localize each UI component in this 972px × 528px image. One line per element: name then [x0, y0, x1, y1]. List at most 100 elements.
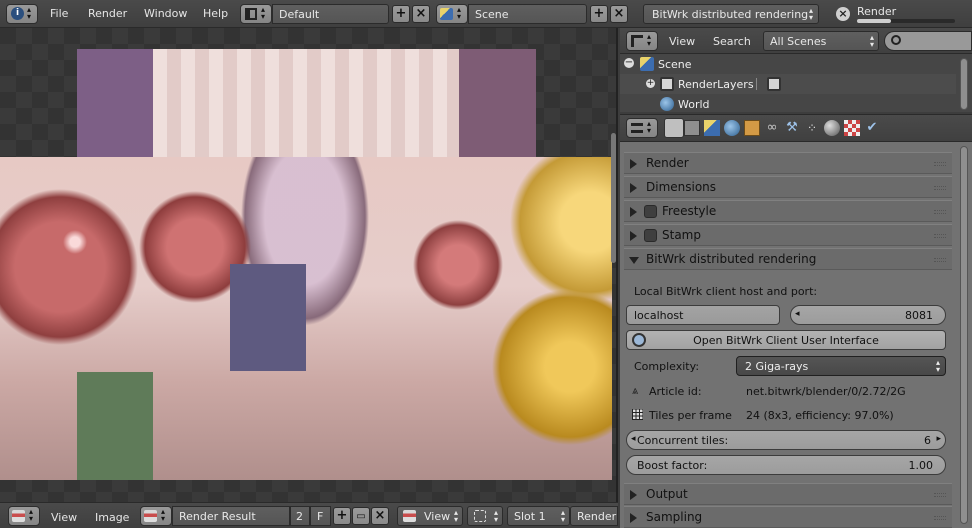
image-name-field[interactable]: Render Result	[172, 506, 290, 526]
texture-icon[interactable]	[844, 120, 860, 136]
drag-grip-icon[interactable]	[934, 493, 946, 497]
outliner-row-world[interactable]: World	[620, 94, 956, 114]
world-icon[interactable]	[724, 120, 740, 136]
properties-icon	[631, 123, 643, 133]
menu-view[interactable]: View	[51, 511, 77, 524]
decrement-arrow-icon[interactable]: ◂	[795, 309, 800, 319]
host-input[interactable]: localhost	[626, 305, 780, 325]
chevron-updown-icon: ▴ ▾	[27, 5, 32, 21]
scene-name-field[interactable]: Scene	[468, 4, 587, 24]
cancel-render-icon[interactable]: ×	[836, 7, 850, 21]
outliner-scrollbar[interactable]	[960, 58, 968, 110]
panel-bitwrk[interactable]: BitWrk distributed rendering	[624, 248, 952, 270]
concurrent-tiles-label: Concurrent tiles:	[637, 434, 729, 447]
boost-factor-field[interactable]: Boost factor: 1.00	[626, 455, 946, 475]
complexity-label: Complexity:	[634, 360, 700, 373]
article-id-label: Article id:	[649, 385, 702, 398]
scene-icon[interactable]	[704, 120, 720, 136]
outliner-display-filter[interactable]: All Scenes ▴ ▾	[763, 31, 879, 51]
decrement-arrow-icon[interactable]: ◂	[631, 434, 636, 444]
render-layer-select[interactable]: RenderL	[570, 506, 618, 526]
outliner-search-input[interactable]	[884, 31, 972, 51]
panel-title: BitWrk distributed rendering	[646, 252, 817, 266]
object-icon[interactable]	[744, 120, 760, 136]
render-progress-label: Render	[857, 5, 897, 18]
render-camera-icon[interactable]	[664, 118, 684, 138]
panel-render[interactable]: Render	[624, 152, 952, 174]
open-client-ui-label: Open BitWrk Client User Interface	[693, 334, 879, 347]
outliner-menu-view[interactable]: View	[669, 35, 695, 48]
particles-icon[interactable]: ⁘	[804, 120, 820, 136]
pivot-select[interactable]: ▴ ▾	[467, 506, 503, 526]
top-header-bar: i ▴ ▾ File Render Window Help ▴ ▾ Default …	[0, 0, 972, 28]
menu-file[interactable]: File	[50, 7, 68, 20]
panel-title: Freestyle	[662, 204, 717, 218]
render-progress-bar	[857, 19, 955, 23]
add-layout-button[interactable]: +	[392, 5, 410, 23]
viewport-scrollbar[interactable]	[611, 133, 616, 263]
info-editor-type-button[interactable]: i ▴ ▾	[6, 4, 38, 24]
freestyle-checkbox[interactable]	[644, 205, 657, 218]
panel-dimensions[interactable]: Dimensions	[624, 176, 952, 198]
host-port-label: Local BitWrk client host and port:	[634, 285, 818, 298]
stamp-checkbox[interactable]	[644, 229, 657, 242]
open-image-button[interactable]: ▭	[352, 507, 370, 525]
slot-label: Slot 1	[514, 510, 546, 523]
drag-grip-icon[interactable]	[934, 516, 946, 520]
drag-grip-icon[interactable]	[934, 186, 946, 190]
port-value: 8081	[905, 309, 933, 322]
image-icon	[403, 510, 416, 522]
drag-grip-icon[interactable]	[934, 162, 946, 166]
editor-type-button[interactable]: ▴ ▾	[8, 506, 40, 526]
properties-scrollbar[interactable]	[960, 146, 968, 524]
fake-user-toggle[interactable]: F	[310, 506, 331, 526]
menu-help[interactable]: Help	[203, 7, 228, 20]
physics-icon[interactable]: ✔	[864, 120, 880, 136]
modifiers-wrench-icon[interactable]: ⚒	[784, 120, 800, 136]
outliner-row-renderlayers[interactable]: + RenderLayers	[620, 74, 956, 94]
concurrent-tiles-field[interactable]: ◂ Concurrent tiles: 6 ▸	[626, 430, 946, 450]
render-engine-select[interactable]: BitWrk distributed rendering ▴ ▾	[643, 4, 819, 24]
menu-render[interactable]: Render	[88, 7, 127, 20]
chevron-updown-icon: ▴ ▾	[808, 6, 813, 22]
panel-output[interactable]: Output	[624, 483, 952, 505]
slot-select[interactable]: Slot 1 ▴ ▾	[507, 506, 570, 526]
panel-sampling[interactable]: Sampling	[624, 506, 952, 528]
collapse-icon[interactable]: −	[624, 58, 634, 68]
properties-editor-type-button[interactable]: ▴ ▾	[626, 118, 658, 138]
outliner-editor-type-button[interactable]: ▴ ▾	[626, 31, 658, 51]
drag-grip-icon[interactable]	[934, 234, 946, 238]
chevron-updown-icon: ▴ ▾	[457, 5, 462, 21]
delete-layout-button[interactable]: ×	[412, 5, 430, 23]
panel-stamp[interactable]: Stamp	[624, 224, 952, 246]
plus-icon: +	[395, 6, 407, 21]
outliner-menu-search[interactable]: Search	[713, 35, 751, 48]
open-client-ui-button[interactable]: Open BitWrk Client User Interface	[626, 330, 946, 350]
outliner-row-scene[interactable]: − Scene	[620, 54, 956, 74]
panel-freestyle[interactable]: Freestyle	[624, 200, 952, 222]
scene-selector-button[interactable]: ▴ ▾	[436, 4, 468, 24]
material-icon[interactable]	[824, 120, 840, 136]
render-layers-icon[interactable]	[684, 120, 700, 136]
image-browse-button[interactable]: ▴ ▾	[140, 506, 172, 526]
increment-arrow-icon[interactable]: ▸	[936, 434, 941, 444]
view-mode-select[interactable]: View ▴ ▾	[397, 506, 463, 526]
add-scene-button[interactable]: +	[590, 5, 608, 23]
menu-image[interactable]: Image	[95, 511, 129, 524]
image-editor-viewport[interactable]	[0, 28, 618, 502]
delete-scene-button[interactable]: ×	[610, 5, 628, 23]
layout-selector-button[interactable]: ▴ ▾	[240, 4, 272, 24]
port-field[interactable]: ◂ 8081	[790, 305, 946, 325]
unlink-image-button[interactable]: ×	[371, 507, 389, 525]
constraints-icon[interactable]: ∞	[764, 120, 780, 136]
layout-name-field[interactable]: Default	[272, 4, 389, 24]
new-image-button[interactable]: +	[333, 507, 351, 525]
expand-triangle-icon	[630, 513, 637, 523]
properties-header: ▴ ▾ ∞ ⚒ ⁘ ✔	[620, 114, 972, 142]
drag-grip-icon[interactable]	[934, 210, 946, 214]
drag-grip-icon[interactable]	[934, 258, 946, 262]
search-icon	[891, 35, 901, 45]
menu-window[interactable]: Window	[144, 7, 187, 20]
expand-icon[interactable]: +	[646, 79, 655, 88]
complexity-select[interactable]: 2 Giga-rays ▴ ▾	[736, 356, 946, 376]
